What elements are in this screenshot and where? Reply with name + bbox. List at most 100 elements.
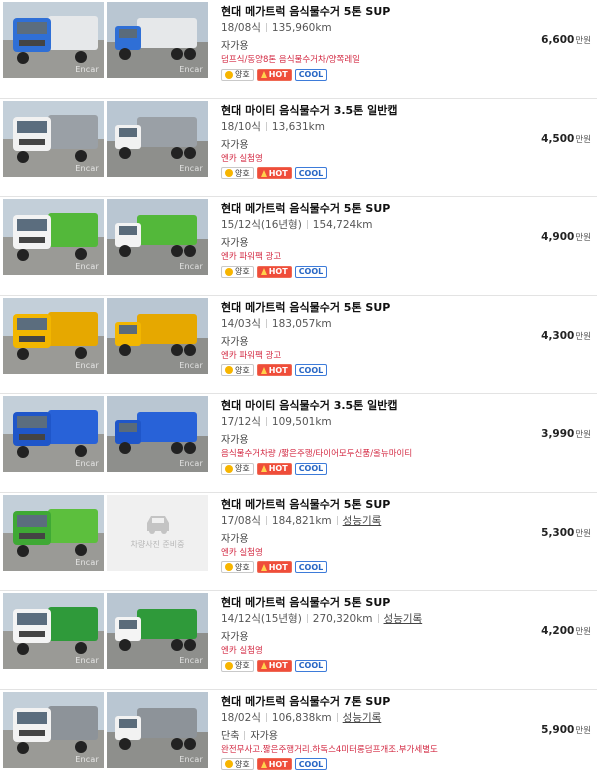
listing-photo-front[interactable]: Encar — [3, 691, 104, 768]
listing-photo-side[interactable]: Encar — [107, 199, 208, 275]
listing-title[interactable]: 현대 메가트럭 음식물수거 5톤 SUP — [221, 594, 481, 609]
performance-record-link[interactable]: 성능기록 — [343, 712, 382, 724]
listing-cab-type: 단축 — [221, 730, 240, 742]
listing-photo-front[interactable]: Encar — [3, 2, 104, 78]
badge-label: 양호 — [235, 168, 250, 178]
price-unit: 만원 — [575, 627, 591, 637]
badge-hot: HOT — [256, 68, 292, 81]
watermark: Encar — [179, 656, 203, 665]
listing-item[interactable]: Encar Encar 현대 메가트럭 음식물수거 7톤 SUP 18/02식 106,… — [0, 690, 597, 772]
listing-photo-side[interactable]: Encar — [107, 396, 208, 472]
listing-mileage: 270,320km — [312, 613, 373, 625]
listing-meta: 18/08식 135,960km — [221, 20, 481, 37]
performance-record-link[interactable]: 성능기록 — [384, 613, 423, 625]
listing-dealer-note: 덤프식/동양8톤 음식물수거차/양쪽레일 — [221, 55, 360, 65]
badge-hot: HOT — [256, 462, 292, 475]
price-unit: 만원 — [575, 134, 591, 145]
listing-photo-side[interactable]: Encar — [107, 691, 208, 768]
badge-cool: COOL — [294, 167, 328, 179]
badge-cool: COOL — [294, 364, 328, 376]
listing-item[interactable]: Encar Encar 현대 마이티 음식물수거 3.5톤 일반캡 17/12식 109… — [0, 394, 597, 493]
price-value: 4,500 — [541, 132, 575, 145]
listing-price: 5,900만원 — [541, 724, 591, 736]
listing-usage: 자가용 — [221, 336, 249, 348]
listing-seller-type: 자가용 — [221, 37, 481, 53]
divider — [265, 318, 267, 328]
divider — [265, 712, 267, 722]
listing-item[interactable]: Encar 차량사진 준비중 현대 메가트럭 음식물수거 5톤 SUP 17/08식 1… — [0, 493, 597, 591]
badge-label: HOT — [268, 168, 288, 178]
listing-photo-front[interactable]: Encar — [3, 396, 104, 472]
listing-price: 4,200만원 — [541, 625, 591, 637]
badge-hot: HOT — [256, 659, 292, 672]
listing-meta: 14/12식(15년형) 270,320km 성능기록 — [221, 611, 481, 628]
listing-seller-type: 자가용 — [221, 628, 481, 644]
badge-cool: COOL — [294, 462, 328, 475]
listing-photo-side[interactable]: Encar — [107, 297, 208, 374]
listing-meta: 17/12식 109,501km — [221, 414, 481, 431]
listing-title[interactable]: 현대 메가트럭 음식물수거 5톤 SUP — [221, 200, 481, 215]
listing-item[interactable]: Encar Encar 현대 메가트럭 음식물수거 5톤 SUP 18/08식 135,… — [0, 0, 597, 99]
badge-hot: HOT — [256, 167, 292, 179]
listing-title[interactable]: 현대 메가트럭 음식물수거 5톤 SUP — [221, 3, 481, 18]
listing-photo-side[interactable]: Encar — [107, 100, 208, 177]
listing-item[interactable]: Encar Encar 현대 마이티 음식물수거 3.5톤 일반캡 18/10식 13,… — [0, 99, 597, 197]
badge-label: 양호 — [235, 464, 250, 473]
badge-label: 양호 — [235, 562, 250, 572]
listing-photo-front[interactable]: Encar — [3, 494, 104, 571]
listing-info: 현대 메가트럭 음식물수거 5톤 SUP 15/12식(16년형) 154,724k… — [221, 200, 481, 279]
listing-price: 6,600만원 — [541, 34, 591, 46]
badge-cool: COOL — [294, 659, 328, 672]
listing-item[interactable]: Encar Encar 현대 메가트럭 음식물수거 5톤 SUP 15/12식(16년… — [0, 197, 597, 296]
badge-good: 양호 — [221, 68, 254, 81]
listing-year: 18/10식 — [221, 120, 261, 133]
smile-icon — [225, 169, 233, 177]
badge-label: COOL — [298, 168, 324, 178]
listing-usage: 자가용 — [221, 632, 249, 643]
divider — [336, 515, 338, 525]
watermark: Encar — [179, 163, 203, 173]
listing-photo-side[interactable]: Encar — [107, 2, 208, 78]
performance-record-link[interactable]: 성능기록 — [343, 515, 382, 527]
badge-good: 양호 — [221, 265, 254, 278]
listing-title[interactable]: 현대 마이티 음식물수거 3.5톤 일반캡 — [221, 102, 481, 117]
flame-icon — [260, 366, 267, 374]
badge-label: HOT — [268, 70, 288, 79]
price-value: 5,900 — [541, 723, 575, 736]
badge-hot: HOT — [256, 364, 292, 376]
divider — [336, 712, 338, 722]
listing-dealer-note: 완전무사고.짧은주행거리.하독스4미터롱덤프개조.부가세별도 — [221, 744, 438, 755]
flame-icon — [260, 465, 267, 472]
badge-label: COOL — [298, 267, 324, 276]
watermark: Encar — [179, 459, 203, 468]
divider — [265, 515, 267, 525]
listing-photo-front[interactable]: Encar — [3, 199, 104, 275]
badge-label: 양호 — [235, 267, 250, 276]
watermark: Encar — [179, 262, 203, 271]
smile-icon — [225, 464, 233, 473]
badge-label: HOT — [268, 759, 288, 769]
listing-title[interactable]: 현대 메가트럭 음식물수거 5톤 SUP — [221, 496, 481, 511]
listing-mileage: 154,724km — [312, 219, 373, 231]
listing-mileage: 184,821km — [271, 514, 332, 527]
listing-title[interactable]: 현대 마이티 음식물수거 3.5톤 일반캡 — [221, 397, 481, 412]
divider — [306, 220, 308, 229]
badge-cool: COOL — [294, 68, 328, 81]
badge-label: COOL — [298, 759, 324, 769]
listing-item[interactable]: Encar Encar 현대 메가트럭 음식물수거 5톤 SUP 14/12식(15년… — [0, 591, 597, 690]
badge-label: 양호 — [235, 661, 250, 670]
listing-photo-placeholder: 차량사진 준비중 — [107, 494, 208, 571]
listing-photo-front[interactable]: Encar — [3, 297, 104, 374]
listing-title[interactable]: 현대 메가트럭 음식물수거 5톤 SUP — [221, 299, 481, 314]
listing-year: 18/02식 — [221, 711, 261, 724]
watermark: Encar — [75, 557, 99, 567]
listing-photo-side[interactable]: Encar — [107, 593, 208, 669]
watermark: Encar — [75, 754, 99, 764]
badge-hot: HOT — [256, 758, 292, 770]
listing-photo-front[interactable]: Encar — [3, 593, 104, 669]
listing-item[interactable]: Encar Encar 현대 메가트럭 음식물수거 5톤 SUP 14/03식 183,… — [0, 296, 597, 394]
listing-mileage: 135,960km — [271, 22, 332, 34]
listing-dealer-note: 음식물수거차량 /짧은주행/타이어모두신품/올뉴마이티 — [221, 449, 413, 459]
listing-title[interactable]: 현대 메가트럭 음식물수거 7톤 SUP — [221, 693, 481, 708]
listing-photo-front[interactable]: Encar — [3, 100, 104, 177]
